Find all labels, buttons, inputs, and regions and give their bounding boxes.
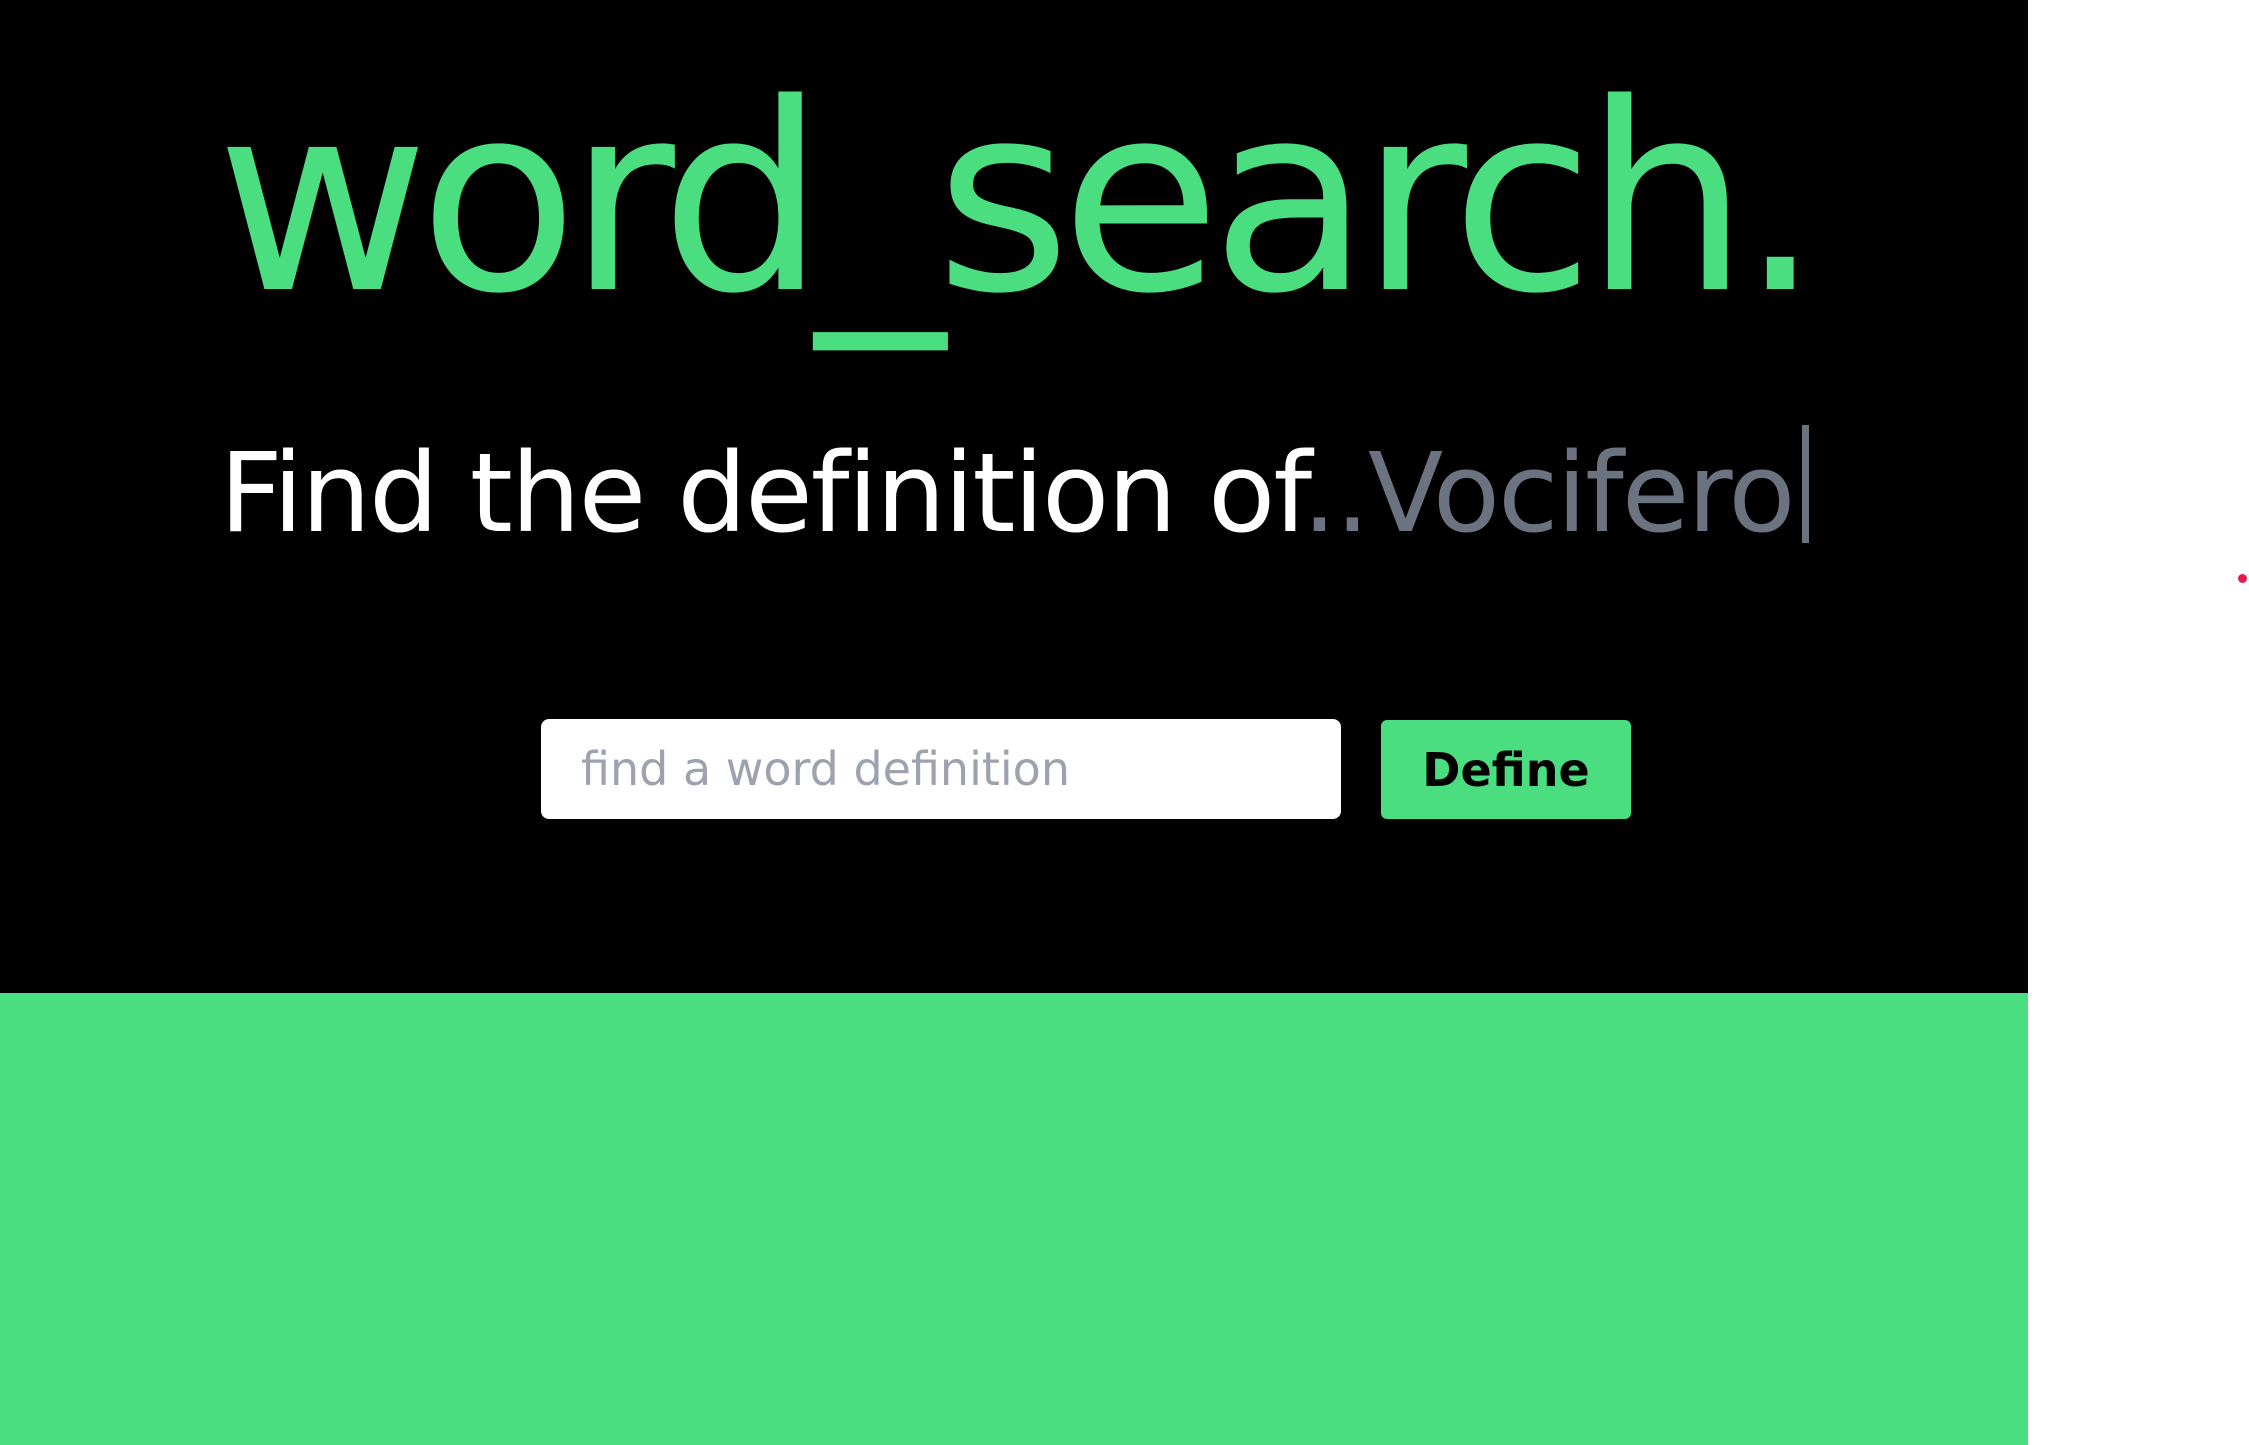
typing-caret — [1801, 425, 1809, 543]
results-panel — [0, 993, 2028, 1445]
subtitle-ellipsis: .. — [1302, 429, 1370, 557]
app-root: word_search. Find the definition of..Voc… — [0, 0, 2028, 1445]
subtitle-prefix: Find the definition of — [219, 429, 1304, 557]
typed-word: Vocifero — [1367, 429, 1796, 557]
hero-section: word_search. Find the definition of..Voc… — [0, 0, 2028, 993]
define-button[interactable]: Define — [1381, 720, 1631, 819]
word-search-input[interactable] — [541, 719, 1341, 819]
typing-subtitle: Find the definition of..Vocifero — [0, 418, 2028, 568]
indicator-dot — [2238, 574, 2247, 583]
page-title: word_search. — [216, 49, 1821, 351]
